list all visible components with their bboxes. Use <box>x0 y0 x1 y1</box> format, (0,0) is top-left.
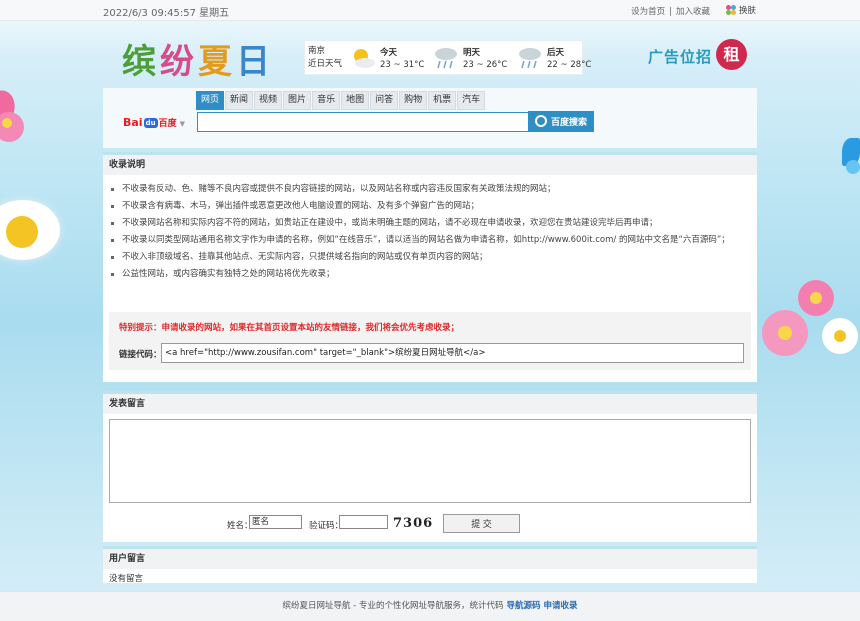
logo-char: 纷 <box>160 42 198 82</box>
sunny-cloudy-icon <box>354 49 375 68</box>
datetime-text: 2022/6/3 09:45:57 星期五 <box>103 8 230 19</box>
link-code-box: 特别提示：申请收录的网站，如果在其首页设置本站的友情链接，我们将会优先考虑收录；… <box>109 312 751 370</box>
tab-8[interactable]: 机票 <box>428 91 457 110</box>
day-name: 今天 <box>380 48 398 58</box>
search-tabs: 网页 新闻 视频 图片 音乐 地图 问答 购物 机票 汽车 <box>196 91 486 110</box>
tab-5[interactable]: 地图 <box>341 91 370 110</box>
day-temp: 22 ~ 28°C <box>547 60 592 70</box>
city-subtitle: 近日天气 <box>308 59 343 69</box>
rule-item: 不收入非顶级域名、挂靠其他站点、无实际内容，只提供域名指向的网站或仅有单页内容的… <box>109 251 752 264</box>
rule-item: 不收录网站名称和实际内容不符的网站，如贵站正在建设中，或尚未明确主题的网站，请不… <box>109 217 752 230</box>
logo-char: 日 <box>236 42 274 82</box>
city-name: 南京 <box>308 46 326 56</box>
day-temp: 23 ~ 26°C <box>463 60 508 70</box>
submit-button[interactable]: 提 交 <box>443 514 520 533</box>
rules-list: 不收录有反动、色、赌等不良内容或提供不良内容链接的网站，以及网站名称或内容违反国… <box>109 183 757 281</box>
bookmark-link[interactable]: 加入收藏 <box>676 7 710 17</box>
search-button-label: 百度搜索 <box>550 117 587 127</box>
no-messages-text: 没有留言 <box>109 574 144 584</box>
search-button[interactable]: 百度搜索 <box>528 111 594 132</box>
rule-item: 公益性网站，或内容确实有独特之处的网站将优先收录； <box>109 268 752 281</box>
tab-2[interactable]: 视频 <box>254 91 283 110</box>
butterfly-decoration <box>840 138 860 178</box>
rule-item: 不收录有反动、色、赌等不良内容或提供不良内容链接的网站，以及网站名称或内容违反国… <box>109 183 752 196</box>
ad-badge[interactable]: 租 <box>716 39 747 70</box>
chevron-down-icon[interactable]: ▼ <box>180 120 185 128</box>
rain-icon <box>435 48 457 69</box>
link-code-field[interactable]: <a href="http://www.zousifan.com" target… <box>161 343 744 363</box>
captcha-input[interactable] <box>339 515 388 529</box>
top-links: 设为首页 | 加入收藏 <box>629 5 712 17</box>
special-tip: 特别提示：申请收录的网站，如果在其首页设置本站的友情链接，我们将会优先考虑收录； <box>119 323 460 333</box>
weather-tomorrow: 明天 23 ~ 26°C <box>433 44 513 72</box>
ad-text[interactable]: 广告位招 <box>648 46 712 67</box>
site-logo[interactable]: 缤纷夏日 <box>122 34 274 83</box>
message-textarea[interactable] <box>109 419 751 503</box>
baidu-paw-icon: du <box>143 118 158 128</box>
tab-9[interactable]: 汽车 <box>457 91 486 110</box>
user-messages-title: 用户留言 <box>103 546 757 569</box>
weather-today: 今天 23 ~ 31°C <box>350 44 430 72</box>
day-name: 后天 <box>547 48 565 58</box>
rule-item: 不收录含有病毒、木马，弹出插件或恶意更改他人电脑设置的网站、及有多个弹窗广告的网… <box>109 200 752 213</box>
day-temp: 23 ~ 31°C <box>380 60 425 70</box>
tab-4[interactable]: 音乐 <box>312 91 341 110</box>
tab-6[interactable]: 问答 <box>370 91 399 110</box>
skin-icon <box>725 5 736 15</box>
weather-city: 南京 近日天气 <box>308 45 342 71</box>
baidu-logo-cn: 百度 <box>158 119 177 129</box>
weather-day-after: 后天 22 ~ 28°C <box>517 44 591 72</box>
top-bar: 2022/6/3 09:45:57 星期五 设为首页 | 加入收藏 换肤 <box>0 0 860 21</box>
rain-icon <box>519 48 541 69</box>
weather-widget[interactable]: 南京 近日天气 今天 23 ~ 31°C 明天 23 ~ 26°C 后天 22 … <box>304 40 591 75</box>
footer: 缤纷夏日网址导航 - 专业的个性化网址导航服务，统计代码 导航源码 申请收录 <box>0 591 860 621</box>
set-home-link[interactable]: 设为首页 <box>631 7 665 17</box>
search-box: 网页 新闻 视频 图片 音乐 地图 问答 购物 机票 汽车 Bai du 百度 ▼ 百度搜索 <box>103 88 757 148</box>
search-input[interactable] <box>197 112 533 132</box>
rules-title: 收录说明 <box>103 152 757 175</box>
pink-flower-decoration <box>0 86 28 150</box>
skin-label: 换肤 <box>738 6 756 16</box>
footer-link-apply[interactable]: 申请收录 <box>543 601 577 611</box>
message-title: 发表留言 <box>103 391 757 414</box>
captcha-image[interactable]: 7306 <box>393 516 433 531</box>
tab-3[interactable]: 图片 <box>283 91 312 110</box>
skin-button[interactable]: 换肤 <box>725 4 756 16</box>
captcha-label: 验证码： <box>309 521 344 531</box>
footer-text: 缤纷夏日网址导航 - 专业的个性化网址导航服务，统计代码 <box>282 601 504 611</box>
daisy-decoration <box>0 180 75 280</box>
tab-1[interactable]: 新闻 <box>225 91 254 110</box>
message-panel: 发表留言 姓名： 匿名 验证码： 7306 提 交 <box>103 391 757 542</box>
footer-link-source[interactable]: 导航源码 <box>506 601 540 611</box>
tab-0[interactable]: 网页 <box>196 91 225 110</box>
baidu-logo-text: Bai <box>123 116 143 129</box>
tab-7[interactable]: 购物 <box>399 91 428 110</box>
link-code-label: 链接代码： <box>119 350 162 360</box>
rules-panel: 收录说明 不收录有反动、色、赌等不良内容或提供不良内容链接的网站，以及网站名称或… <box>103 152 757 382</box>
logo-char: 夏 <box>198 42 236 82</box>
logo-char: 缤 <box>122 42 160 82</box>
rule-item: 不收录以同类型网站通用名称文字作为申请的名称，例如“在线音乐”，请以适当的网站名… <box>109 234 752 247</box>
flowers-right-decoration <box>758 240 860 380</box>
day-name: 明天 <box>463 48 481 58</box>
user-messages-panel: 用户留言 没有留言 <box>103 546 757 584</box>
search-icon <box>534 115 547 127</box>
baidu-logo[interactable]: Bai du 百度 ▼ <box>123 116 185 129</box>
name-input[interactable]: 匿名 <box>249 515 302 529</box>
link-separator: | <box>669 7 672 17</box>
